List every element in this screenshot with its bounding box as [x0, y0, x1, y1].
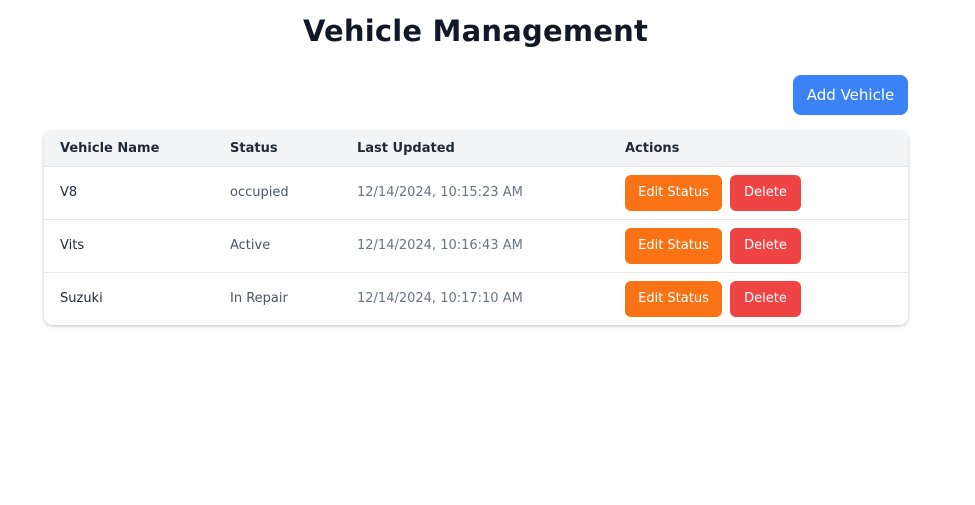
status-cell: Active — [230, 238, 271, 253]
table-row: Vits Active 12/14/2024, 10:16:43 AM Edit… — [44, 219, 908, 272]
edit-status-button[interactable]: Edit Status — [625, 227, 722, 264]
column-header-last-updated: Last Updated — [357, 140, 455, 156]
delete-button[interactable]: Delete — [730, 227, 801, 264]
edit-status-button[interactable]: Edit Status — [625, 174, 722, 211]
actions-cell: Edit Status Delete — [609, 219, 908, 272]
table-header-row: Vehicle Name Status Last Updated Actions — [44, 131, 908, 166]
last-updated-cell: 12/14/2024, 10:15:23 AM — [357, 185, 523, 200]
vehicle-name-cell: V8 — [60, 185, 78, 200]
table-row: Suzuki In Repair 12/14/2024, 10:17:10 AM… — [44, 272, 908, 325]
vehicle-management-page: Vehicle Management Add Vehicle Vehicle N… — [0, 0, 975, 505]
add-vehicle-button[interactable]: Add Vehicle — [793, 75, 908, 115]
column-header-vehicle-name: Vehicle Name — [60, 140, 160, 156]
last-updated-cell: 12/14/2024, 10:16:43 AM — [357, 238, 523, 253]
delete-button[interactable]: Delete — [730, 174, 801, 211]
status-cell: occupied — [230, 185, 289, 200]
actions-cell: Edit Status Delete — [609, 272, 908, 325]
column-header-status: Status — [230, 140, 278, 156]
vehicle-table: Vehicle Name Status Last Updated Actions… — [44, 131, 908, 325]
vehicle-name-cell: Vits — [60, 238, 85, 253]
table-row: V8 occupied 12/14/2024, 10:15:23 AM Edit… — [44, 166, 908, 219]
edit-status-button[interactable]: Edit Status — [625, 280, 722, 317]
table-header: Vehicle Name Status Last Updated Actions — [44, 131, 908, 166]
delete-button[interactable]: Delete — [730, 280, 801, 317]
table-body: V8 occupied 12/14/2024, 10:15:23 AM Edit… — [44, 166, 908, 325]
status-cell: In Repair — [230, 291, 288, 307]
actions-cell: Edit Status Delete — [609, 166, 908, 219]
page-title: Vehicle Management — [302, 14, 649, 48]
vehicle-name-cell: Suzuki — [60, 291, 103, 307]
column-header-actions: Actions — [625, 140, 680, 156]
last-updated-cell: 12/14/2024, 10:17:10 AM — [357, 291, 523, 307]
vehicle-table-card: Vehicle Name Status Last Updated Actions… — [44, 131, 908, 325]
